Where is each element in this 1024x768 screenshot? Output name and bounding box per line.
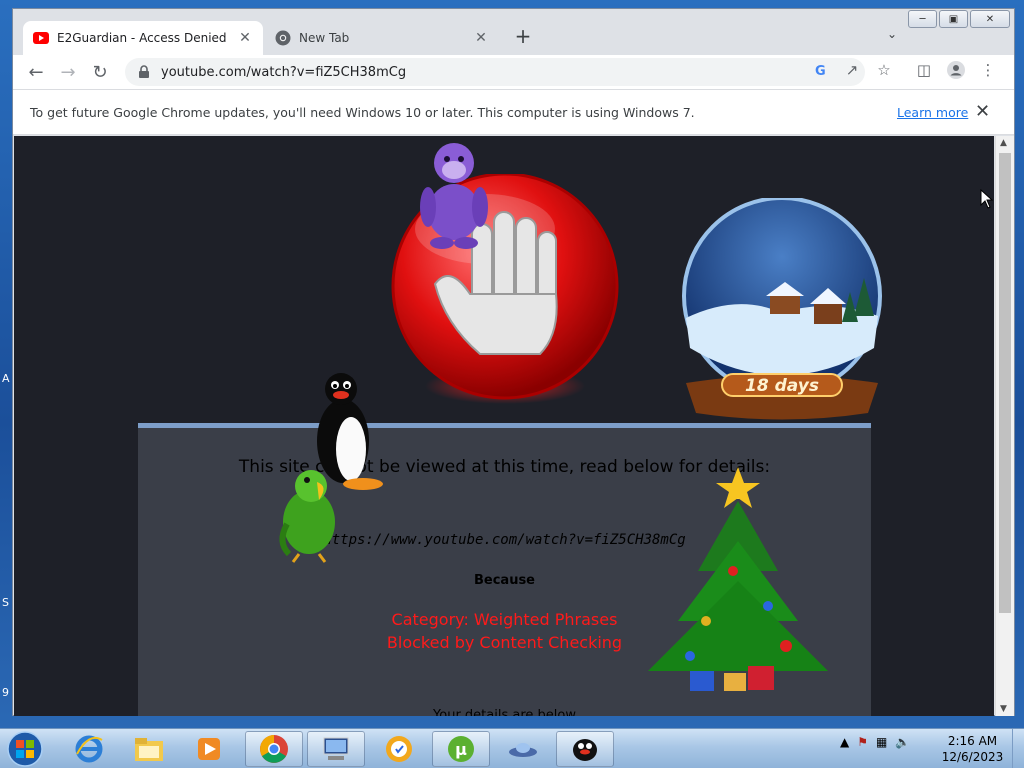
utorrent-icon[interactable]: µ xyxy=(432,731,490,767)
parrot-mascot-icon xyxy=(279,470,335,563)
scroll-thumb[interactable] xyxy=(999,153,1011,613)
security-app-icon[interactable] xyxy=(370,731,428,767)
url-text: youtube.com/watch?v=fiZ5CH38mCg xyxy=(161,64,407,80)
desktop-icon-label-fragment: 9 xyxy=(2,686,9,699)
system-clock[interactable]: 2:16 AM 12/6/2023 xyxy=(935,733,1010,765)
show-hidden-icons-icon[interactable]: ▲ xyxy=(840,735,849,749)
scroll-down-icon[interactable]: ▼ xyxy=(1000,704,1007,714)
tab-search-chevron-icon[interactable]: ⌄ xyxy=(887,27,897,41)
svg-text:G: G xyxy=(815,64,826,78)
share-icon[interactable]: ↗ xyxy=(840,58,864,82)
gorilla-mascot-icon xyxy=(420,143,488,249)
tab-e2guardian[interactable]: E2Guardian - Access Denied ✕ xyxy=(23,21,263,55)
new-tab-button[interactable]: + xyxy=(511,24,535,48)
file-explorer-icon[interactable] xyxy=(120,731,178,767)
internet-explorer-icon[interactable] xyxy=(60,731,118,767)
toolbar: ← → ↻ youtube.com/watch?v=fiZ5CH38mCg G … xyxy=(13,55,1014,89)
media-player-icon[interactable] xyxy=(180,731,238,767)
details-heading: Your details are below xyxy=(433,708,576,716)
clock-time: 2:16 AM xyxy=(947,734,998,748)
chrome-icon[interactable] xyxy=(245,731,303,767)
learn-more-link[interactable]: Learn more xyxy=(897,105,968,120)
desktop-icon-label-fragment: A xyxy=(2,372,10,385)
close-window-button[interactable]: ✕ xyxy=(970,10,1010,28)
scroll-up-icon[interactable]: ▲ xyxy=(1000,138,1007,148)
tab-new-tab[interactable]: New Tab ✕ xyxy=(265,21,499,55)
back-arrow-icon[interactable]: ← xyxy=(24,60,48,84)
side-panel-icon[interactable]: ◫ xyxy=(912,58,936,82)
mouse-cursor-icon xyxy=(980,189,994,209)
profile-avatar-icon[interactable] xyxy=(944,58,968,82)
remote-desktop-icon[interactable] xyxy=(307,731,365,767)
christmas-tree-icon xyxy=(648,467,828,691)
volume-muted-icon[interactable]: 🔈 xyxy=(895,735,910,749)
ufo-app-icon[interactable] xyxy=(494,731,552,767)
title-bar: ─ ▣ ✕ E2Guardian - Access Denied ✕ New T… xyxy=(13,9,1014,55)
show-desktop-button[interactable] xyxy=(1012,729,1024,768)
google-lens-icon[interactable]: G xyxy=(809,58,833,82)
countdown-label: 18 days xyxy=(745,376,819,396)
tab-title: E2Guardian - Access Denied xyxy=(57,31,227,45)
window-controls: ─ ▣ ✕ xyxy=(908,10,1010,28)
menu-kebab-icon[interactable]: ⋮ xyxy=(976,58,1000,82)
network-icon[interactable]: ▦ xyxy=(876,735,887,749)
lock-icon[interactable] xyxy=(137,65,151,79)
bookmark-star-icon[interactable]: ☆ xyxy=(872,58,896,82)
action-center-flag-icon[interactable]: ⚑ xyxy=(857,735,868,749)
close-icon[interactable]: ✕ xyxy=(975,101,990,122)
maximize-button[interactable]: ▣ xyxy=(939,10,968,28)
forward-arrow-icon[interactable]: → xyxy=(56,60,80,84)
close-tab-icon[interactable]: ✕ xyxy=(237,30,253,46)
close-tab-icon[interactable]: ✕ xyxy=(473,30,489,46)
page-content: 18 days This site cannot be viewed at th… xyxy=(14,136,994,716)
vertical-scrollbar[interactable]: ▲ ▼ xyxy=(995,136,1014,716)
snow-globe-icon: 18 days xyxy=(682,198,882,420)
pingu-app-icon[interactable] xyxy=(556,731,614,767)
taskbar: µ ▲ ⚑ ▦ 🔈 2:16 AM 12/6/2023 xyxy=(0,728,1024,768)
minimize-button[interactable]: ─ xyxy=(908,10,937,28)
reload-icon[interactable]: ↻ xyxy=(88,60,112,84)
chrome-window: ─ ▣ ✕ E2Guardian - Access Denied ✕ New T… xyxy=(12,8,1015,716)
tab-title: New Tab xyxy=(299,31,350,45)
svg-text:µ: µ xyxy=(455,740,467,759)
infobar-message: To get future Google Chrome updates, you… xyxy=(30,105,695,120)
clock-date: 12/6/2023 xyxy=(941,750,1004,764)
update-infobar: To get future Google Chrome updates, you… xyxy=(13,89,1014,135)
address-bar[interactable]: youtube.com/watch?v=fiZ5CH38mCg xyxy=(125,58,865,86)
system-tray: ▲ ⚑ ▦ 🔈 xyxy=(840,735,910,749)
windows-start-icon[interactable] xyxy=(5,730,45,768)
chrome-icon xyxy=(275,30,291,46)
youtube-icon xyxy=(33,32,49,44)
desktop-icon-label-fragment: S xyxy=(2,596,9,609)
